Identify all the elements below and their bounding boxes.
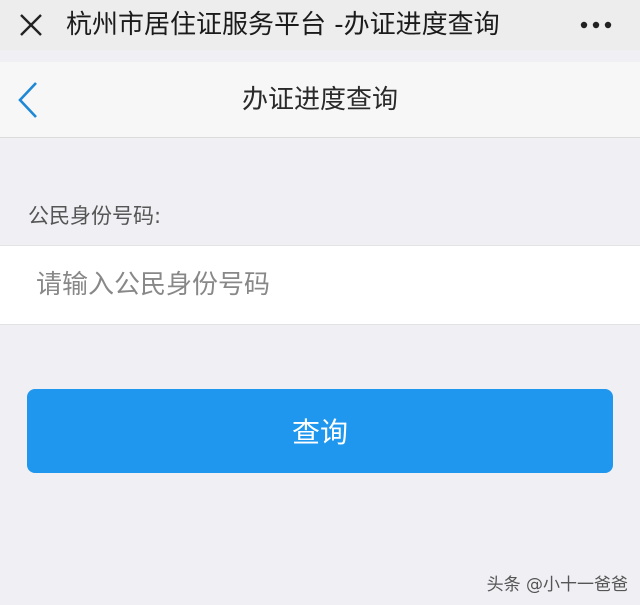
more-dots-icon[interactable] — [576, 10, 616, 40]
id-number-row — [0, 245, 640, 325]
window-title: 杭州市居住证服务平台 -办证进度查询 — [66, 10, 500, 40]
watermark: 头条 @小十一爸爸 — [486, 575, 628, 595]
id-number-input[interactable] — [0, 246, 640, 324]
id-number-label: 公民身份号码: — [28, 204, 162, 228]
close-icon[interactable] — [18, 12, 44, 38]
page-navbar: 办证进度查询 — [0, 62, 640, 138]
window-titlebar: 杭州市居住证服务平台 -办证进度查询 — [0, 0, 640, 50]
query-button[interactable]: 查询 — [27, 389, 613, 473]
page-title: 办证进度查询 — [241, 85, 398, 115]
